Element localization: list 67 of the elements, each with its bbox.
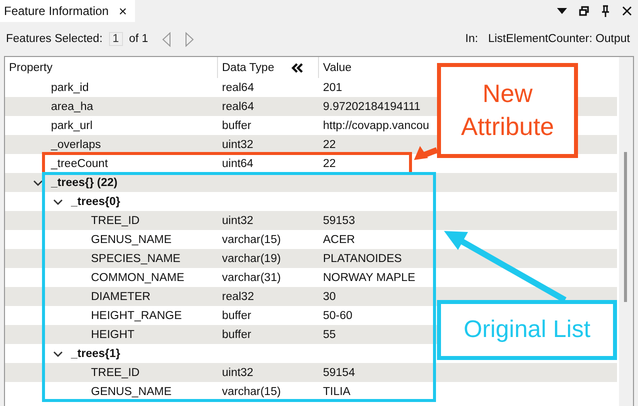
property-name: _treeCount — [51, 158, 108, 170]
close-icon[interactable]: × — [118, 3, 127, 19]
data-type: uint64 — [221, 158, 254, 170]
property-name: _overlaps — [51, 138, 101, 150]
property-name: SPECIES_NAME — [91, 252, 180, 264]
callout-label: Original List — [437, 300, 617, 360]
attribute-value: 201 — [322, 82, 342, 94]
scrollbar[interactable] — [619, 57, 633, 406]
data-type: varchar(15) — [221, 386, 282, 398]
data-type: varchar(15) — [221, 234, 282, 246]
callout-arrow — [414, 146, 438, 160]
property-name: HEIGHT_RANGE — [91, 310, 182, 322]
property-name: TREE_ID — [91, 214, 140, 226]
property-name: _trees{0} — [71, 196, 120, 208]
restore-icon[interactable] — [579, 6, 589, 16]
property-name: _trees{} (22) — [51, 176, 118, 188]
property-name: area_ha — [51, 100, 94, 112]
column-header[interactable]: Property — [5, 57, 218, 78]
attribute-value: 22 — [322, 138, 336, 150]
data-type: buffer — [221, 310, 252, 322]
property-name: GENUS_NAME — [91, 386, 172, 398]
attribute-value: NORWAY MAPLE — [322, 272, 416, 284]
attribute-value: 9.97202184194111 — [322, 100, 420, 112]
data-type: varchar(31) — [221, 272, 282, 284]
column-header[interactable]: Data Type — [222, 62, 274, 74]
pin-icon[interactable] — [601, 4, 610, 18]
attribute-value: ACER — [322, 234, 355, 246]
expand-caret-icon[interactable] — [33, 180, 43, 186]
attribute-value: 22 — [322, 158, 336, 170]
property-name: HEIGHT — [91, 328, 134, 340]
close-icon[interactable] — [622, 6, 632, 16]
callout-label: New Attribute — [437, 63, 578, 158]
data-type: real64 — [221, 100, 255, 112]
attribute-value: 59154 — [322, 366, 355, 378]
property-name: _trees{1} — [71, 348, 120, 360]
property-name: DIAMETER — [91, 290, 150, 302]
source-label: In: — [465, 33, 478, 45]
data-type: varchar(19) — [221, 252, 282, 264]
feature-number-field[interactable]: 1 — [108, 32, 123, 46]
data-type: uint32 — [221, 138, 254, 150]
property-name: TREE_ID — [91, 366, 140, 378]
property-name: park_id — [51, 82, 89, 94]
data-type: buffer — [221, 120, 252, 132]
attribute-value: http://covapp.vancou — [322, 120, 430, 132]
attribute-value: 55 — [322, 328, 336, 340]
feature-total: of 1 — [128, 33, 148, 45]
panel-tab[interactable]: Feature Information × — [0, 0, 135, 22]
data-type: real64 — [221, 82, 255, 94]
source-name: ListElementCounter: Output — [488, 33, 630, 45]
data-type: uint32 — [221, 214, 254, 226]
attribute-value: 30 — [322, 290, 336, 302]
attribute-value: 50-60 — [322, 310, 352, 322]
features-selected-label: Features Selected: — [6, 33, 103, 45]
expand-caret-icon[interactable] — [53, 198, 63, 204]
data-type: buffer — [221, 328, 252, 340]
attribute-value: 59153 — [322, 214, 355, 226]
property-name: COMMON_NAME — [91, 272, 184, 284]
data-type: real32 — [221, 290, 255, 302]
collapse-icon[interactable] — [291, 62, 304, 72]
property-name: park_url — [51, 120, 93, 132]
column-header[interactable]: Value — [319, 57, 356, 78]
expand-caret-icon[interactable] — [53, 350, 63, 356]
attribute-value: TILIA — [322, 386, 350, 398]
property-name: GENUS_NAME — [91, 234, 172, 246]
dropdown-icon[interactable] — [557, 8, 567, 14]
data-type: uint32 — [221, 366, 254, 378]
attribute-value: PLATANOIDES — [322, 252, 402, 264]
